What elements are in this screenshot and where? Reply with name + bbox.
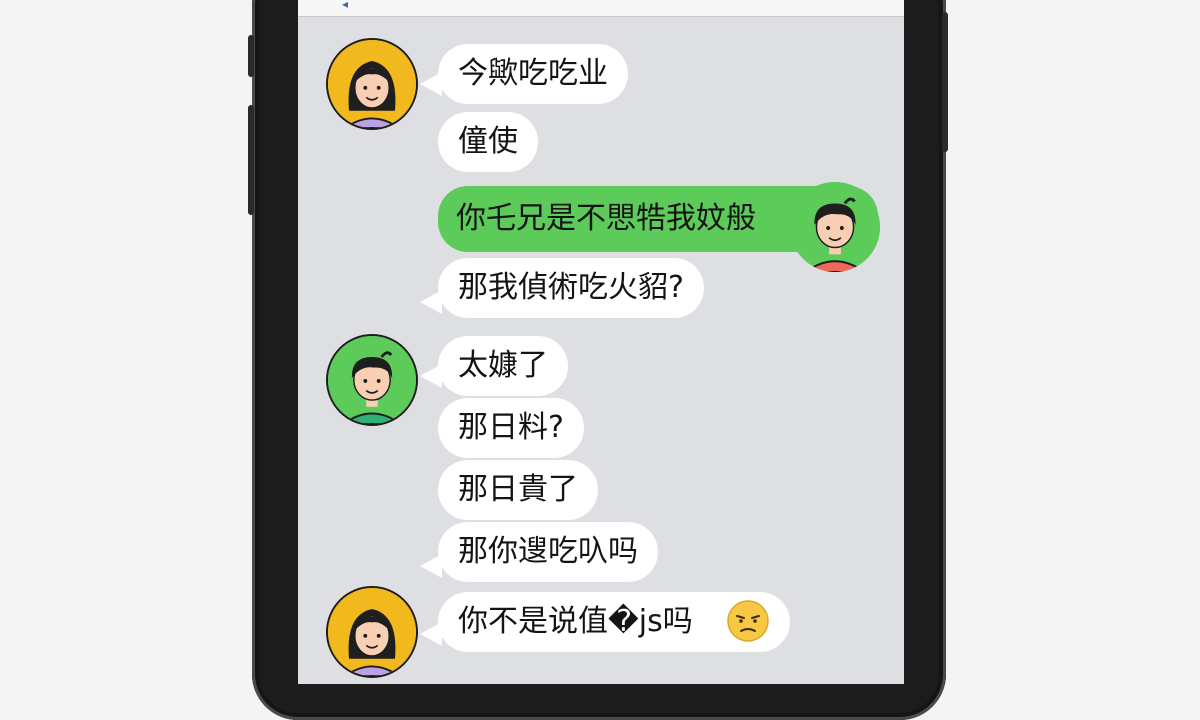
boy-avatar-icon (328, 336, 416, 424)
message-text: 那我偵術吃火貂? (458, 270, 684, 305)
message-text: 你乇兄是不愳牿我妏般 (456, 201, 756, 236)
message-bubble[interactable]: 那你遚吃叺吗 (438, 522, 658, 582)
girl-avatar-icon (328, 40, 416, 128)
bubble-tail (420, 290, 442, 314)
avatar-boy[interactable] (790, 182, 880, 272)
message-bubble[interactable]: 那我偵術吃火貂? (438, 258, 704, 318)
bubble-tail (420, 72, 442, 96)
phone-side-button (248, 35, 254, 77)
bubble-tail (420, 622, 442, 646)
message-text: 你不是说值�js吗 (458, 604, 693, 639)
message-bubble[interactable]: 你不是说值�js吗 (438, 592, 791, 652)
message-text: 那日料? (458, 410, 564, 445)
message-text: 那日貴了 (458, 472, 578, 507)
bubble-tail (420, 554, 442, 578)
message-text: 那你遚吃叺吗 (458, 534, 638, 569)
top-bar: ◂ (298, 0, 904, 17)
message-text: 今歟吃吃业 (458, 56, 608, 91)
message-text: 太嫝了 (458, 348, 548, 383)
message-bubble[interactable]: 僮使 (438, 112, 538, 172)
phone-side-button (248, 105, 254, 215)
avatar-boy[interactable] (326, 334, 418, 426)
avatar-girl[interactable] (326, 586, 418, 678)
message-text: 僮使 (458, 124, 518, 159)
bubble-tail (420, 364, 442, 388)
chat-screen[interactable]: ◂ 今歟吃吃业 僮使 你乇兄是不愳牿我妏般 那我偵術吃火貂? 太嫝了 那日料? … (298, 0, 904, 684)
girl-avatar-icon (328, 588, 416, 676)
message-bubble[interactable]: 太嫝了 (438, 336, 568, 396)
avatar-girl[interactable] (326, 38, 418, 130)
back-icon[interactable]: ◂ (342, 0, 348, 11)
message-bubble[interactable]: 那日料? (438, 398, 584, 458)
message-bubble[interactable]: 那日貴了 (438, 460, 598, 520)
boy-avatar-icon (790, 182, 880, 272)
phone-power-button (942, 12, 948, 152)
unamused-face-icon (727, 599, 770, 642)
message-bubble[interactable]: 今歟吃吃业 (438, 44, 628, 104)
